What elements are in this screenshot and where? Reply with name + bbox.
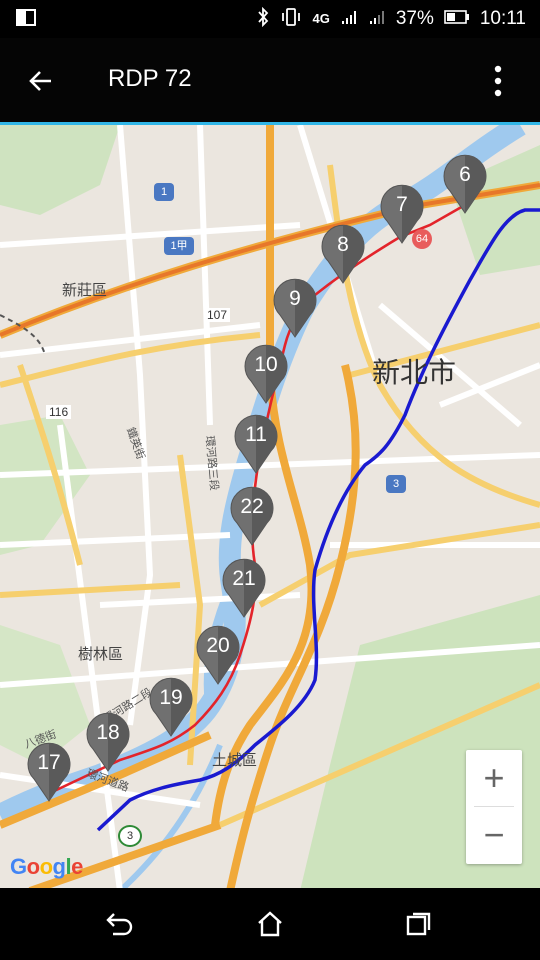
label-tucheng: 土城區: [212, 752, 258, 769]
network-4g-icon: 4G: [312, 11, 330, 26]
marker-8[interactable]: 8: [320, 223, 366, 285]
marker-22[interactable]: 22: [229, 485, 275, 547]
overflow-menu-button[interactable]: [478, 58, 518, 104]
signal-1-icon: [340, 8, 358, 30]
screen-mirror-icon: [16, 8, 36, 33]
map-view[interactable]: 新北市 新莊區 樹林區 土城區 環河路三段 鐵英街 環河路二段 環河道路 八德街…: [0, 122, 540, 888]
recents-icon: [406, 912, 431, 936]
marker-9[interactable]: 9: [272, 277, 318, 339]
road-shield-1a: 1甲: [164, 237, 194, 255]
zoom-controls: + −: [466, 750, 522, 864]
marker-19[interactable]: 19: [148, 676, 194, 738]
system-nav-bar: [0, 888, 540, 960]
clock: 10:11: [479, 8, 526, 29]
marker-20[interactable]: 20: [195, 624, 241, 686]
signal-2-icon: [368, 8, 386, 30]
home-icon: [258, 911, 282, 937]
google-logo: Google: [10, 854, 83, 879]
marker-18[interactable]: 18: [85, 711, 131, 773]
bluetooth-icon: [256, 6, 270, 31]
battery-icon: [444, 10, 470, 28]
marker-21[interactable]: 21: [221, 557, 267, 619]
undo-arrow-icon: [106, 913, 133, 936]
marker-7[interactable]: 7: [379, 183, 425, 245]
marker-11[interactable]: 11: [233, 413, 279, 475]
label-xinzhuang: 新莊區: [62, 282, 108, 299]
nav-home-button[interactable]: [250, 906, 290, 942]
status-icons: 4G 37% 10:11: [256, 0, 526, 38]
road-shield-3-top: 3: [386, 475, 406, 493]
vibrate-icon: [280, 7, 302, 31]
nav-recents-button[interactable]: [398, 906, 438, 942]
arrow-left-icon: [29, 71, 51, 91]
page-title: RDP 72: [108, 65, 192, 92]
status-bar: 4G 37% 10:11: [0, 0, 540, 38]
route-107: 107: [204, 308, 231, 322]
marker-6[interactable]: 6: [442, 153, 488, 215]
zoom-in-button[interactable]: +: [466, 750, 522, 806]
more-vertical-icon: [494, 65, 502, 97]
zoom-out-button[interactable]: −: [466, 807, 522, 863]
nav-back-button[interactable]: [100, 906, 140, 942]
label-shulin: 樹林區: [78, 646, 124, 663]
route-116: 116: [46, 405, 72, 419]
battery-percent: 37%: [395, 8, 434, 29]
road-shield-1: 1: [154, 183, 174, 201]
marker-10[interactable]: 10: [243, 343, 289, 405]
back-button[interactable]: [18, 58, 64, 104]
marker-17[interactable]: 17: [26, 741, 72, 803]
app-bar: RDP 72: [0, 38, 540, 122]
road-shield-3-bottom: 3: [118, 825, 142, 847]
label-xinbei-city: 新北市: [372, 357, 457, 388]
